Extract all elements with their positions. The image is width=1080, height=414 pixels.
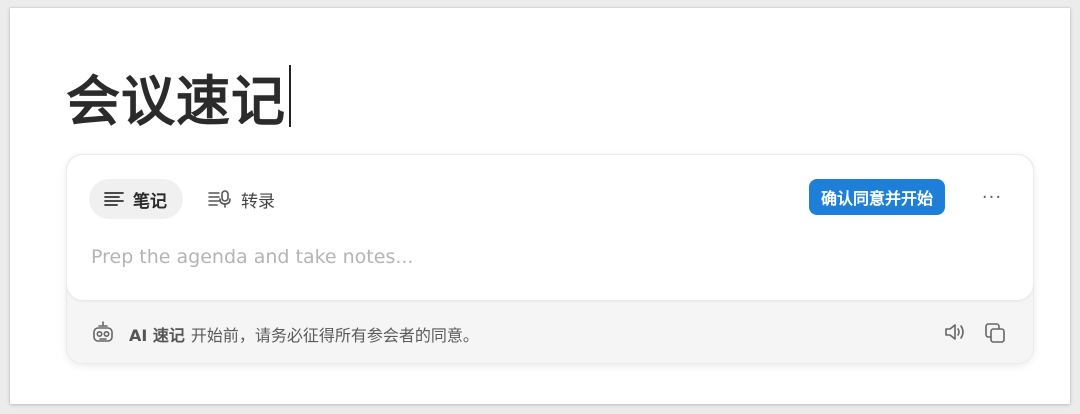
- tab-notes[interactable]: 笔记: [89, 179, 183, 219]
- ai-notes-brand: AI 速记: [129, 326, 185, 345]
- page-title[interactable]: 会议速记: [66, 57, 286, 136]
- notes-panel: 笔记 转录 确认同意并开始 ··· Prep the agenda and ta…: [67, 155, 1033, 300]
- consent-message: 开始前，请务必征得所有参会者的同意。: [190, 326, 479, 345]
- tab-transcribe-label: 转录: [241, 191, 275, 212]
- text-cursor: [289, 65, 291, 127]
- consent-start-button[interactable]: 确认同意并开始: [809, 179, 946, 215]
- page-title-wrapper[interactable]: 会议速记: [66, 60, 291, 133]
- ai-robot-icon: [91, 320, 115, 348]
- text-lines-icon: [103, 191, 125, 207]
- page: 会议速记 笔记 转录 确认同意并开始 ··· Prep the agenda a…: [10, 8, 1070, 404]
- tab-transcribe[interactable]: 转录: [193, 179, 291, 219]
- more-horizontal-icon[interactable]: ···: [977, 183, 1007, 211]
- meeting-notes-card: 笔记 转录 确认同意并开始 ··· Prep the agenda and ta…: [66, 154, 1034, 364]
- consent-footer: AI 速记 开始前，请务必征得所有参会者的同意。: [67, 300, 1033, 363]
- copy-icon[interactable]: [983, 321, 1007, 349]
- notes-input[interactable]: [91, 239, 991, 275]
- consent-notice: AI 速记 开始前，请务必征得所有参会者的同意。: [129, 322, 479, 346]
- transcript-mic-icon: [207, 189, 233, 209]
- speaker-icon[interactable]: [943, 321, 967, 347]
- tab-notes-label: 笔记: [133, 191, 167, 212]
